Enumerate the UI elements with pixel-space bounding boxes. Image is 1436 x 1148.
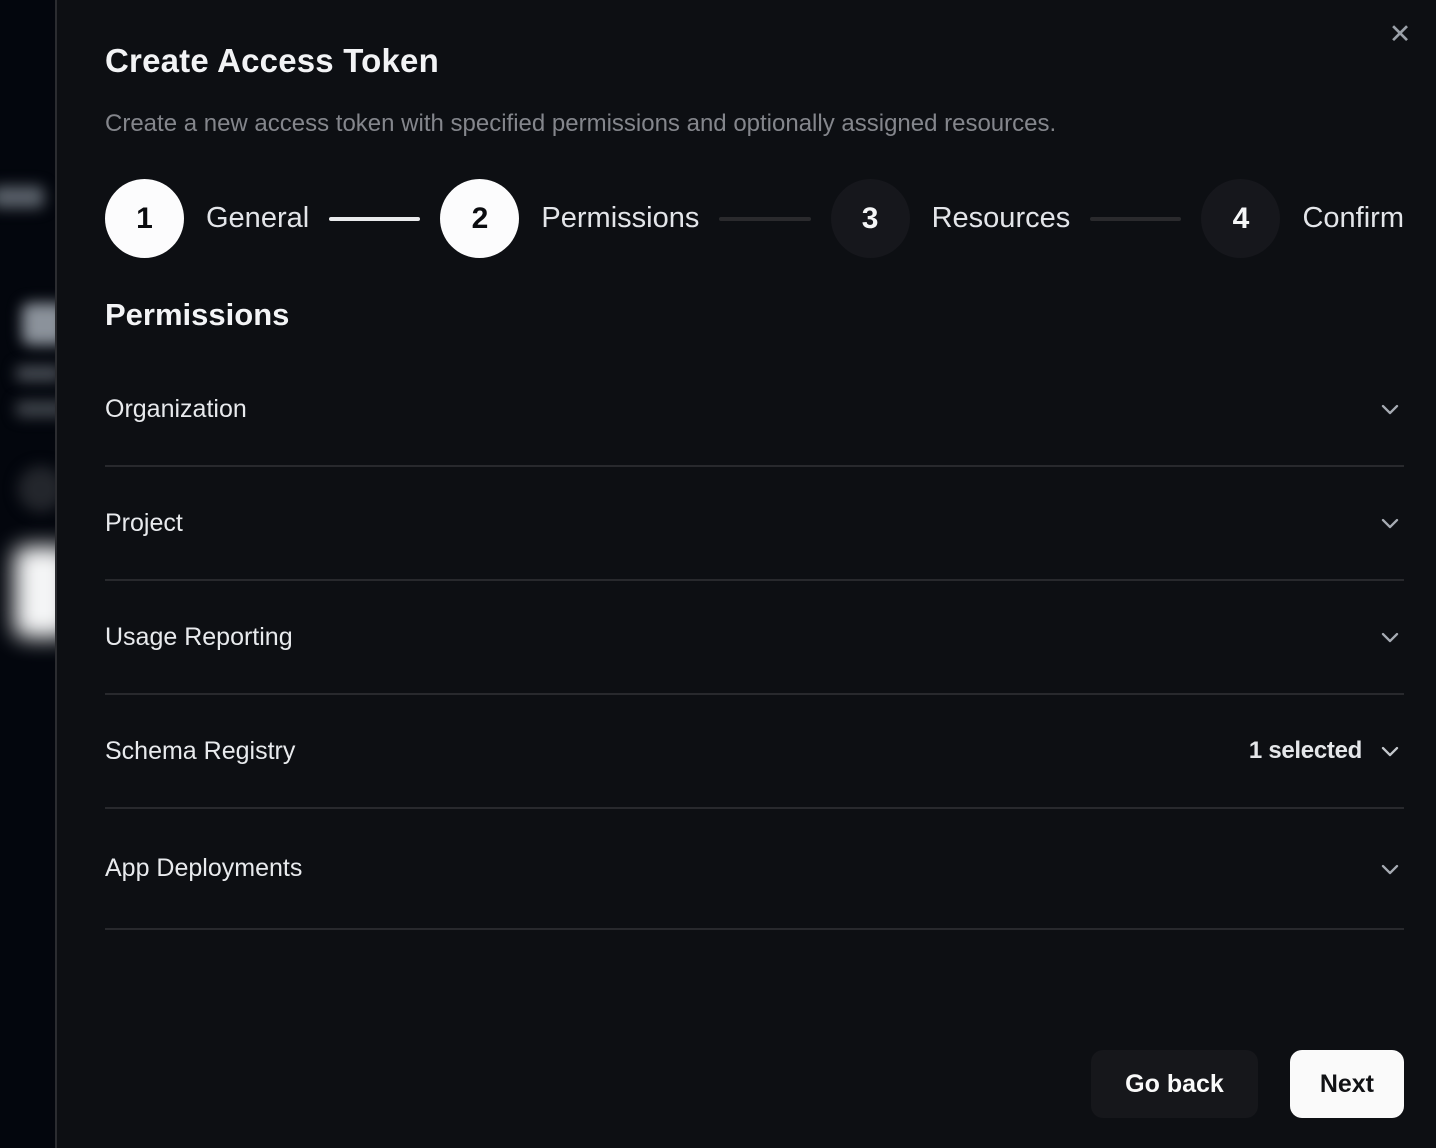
- accordion-label: Project: [105, 509, 183, 538]
- step-general[interactable]: 1 General: [105, 179, 309, 258]
- chevron-down-icon: [1376, 855, 1404, 883]
- accordion-row-organization[interactable]: Organization: [105, 353, 1404, 467]
- accordion-label: Organization: [105, 395, 247, 424]
- modal-subtitle: Create a new access token with specified…: [105, 110, 1056, 138]
- step-permissions[interactable]: 2 Permissions: [440, 179, 699, 258]
- step-connector: [1090, 217, 1181, 221]
- chevron-down-icon: [1376, 737, 1404, 765]
- step-confirm[interactable]: 4 Confirm: [1201, 179, 1404, 258]
- create-access-token-modal: ✕ Create Access Token Create a new acces…: [55, 0, 1436, 1148]
- background-page: [0, 0, 55, 1148]
- modal-footer: Go back Next: [1091, 1050, 1404, 1118]
- chevron-down-icon: [1376, 509, 1404, 537]
- close-icon[interactable]: ✕: [1382, 16, 1418, 52]
- step-number-badge: 4: [1201, 179, 1280, 258]
- step-resources[interactable]: 3 Resources: [831, 179, 1071, 258]
- page-title: Create Access Token: [105, 42, 439, 80]
- selection-count: 1 selected: [1249, 737, 1362, 765]
- permission-groups-list: Organization Project Usage Reporting Sch…: [105, 353, 1404, 930]
- step-label: Permissions: [541, 202, 699, 235]
- step-number-badge: 3: [831, 179, 910, 258]
- chevron-down-icon: [1376, 395, 1404, 423]
- permissions-heading: Permissions: [105, 297, 289, 333]
- chevron-down-icon: [1376, 623, 1404, 651]
- stepper: 1 General 2 Permissions 3 Resources 4 Co…: [105, 179, 1404, 258]
- step-label: Confirm: [1302, 202, 1404, 235]
- accordion-row-project[interactable]: Project: [105, 467, 1404, 581]
- accordion-label: Usage Reporting: [105, 623, 293, 652]
- step-connector: [329, 217, 420, 221]
- accordion-row-schema-registry[interactable]: Schema Registry 1 selected: [105, 695, 1404, 809]
- step-label: Resources: [932, 202, 1071, 235]
- blurred-nav-item: [0, 186, 44, 208]
- step-connector: [719, 217, 810, 221]
- accordion-label: App Deployments: [105, 854, 302, 883]
- accordion-row-usage-reporting[interactable]: Usage Reporting: [105, 581, 1404, 695]
- accordion-label: Schema Registry: [105, 737, 295, 766]
- go-back-button[interactable]: Go back: [1091, 1050, 1258, 1118]
- step-label: General: [206, 202, 309, 235]
- accordion-row-app-deployments[interactable]: App Deployments: [105, 809, 1404, 930]
- step-number-badge: 2: [440, 179, 519, 258]
- step-number-badge: 1: [105, 179, 184, 258]
- next-button[interactable]: Next: [1290, 1050, 1404, 1118]
